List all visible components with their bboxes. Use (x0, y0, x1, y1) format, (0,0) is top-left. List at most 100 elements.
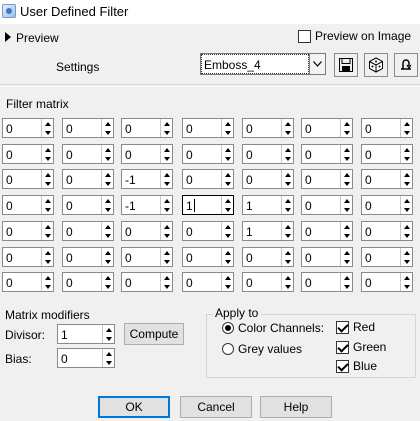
matrix-cell-spinner[interactable] (340, 170, 352, 188)
matrix-cell-value[interactable]: 0 (365, 122, 372, 136)
matrix-cell[interactable]: 1 (242, 221, 294, 241)
preview-label[interactable]: Preview (16, 31, 59, 45)
matrix-cell-value[interactable]: 1 (186, 199, 193, 213)
matrix-cell-value[interactable]: 0 (125, 276, 132, 290)
spin-up-icon[interactable] (341, 145, 352, 154)
grey-values-radio-dot[interactable] (222, 343, 234, 355)
matrix-cell-spinner[interactable] (160, 196, 172, 214)
matrix-cell-value[interactable]: 0 (246, 122, 253, 136)
spin-down-icon[interactable] (102, 128, 113, 137)
spin-down-icon[interactable] (282, 282, 293, 291)
spin-down-icon[interactable] (103, 358, 114, 367)
matrix-cell[interactable]: 0 (2, 195, 54, 215)
spin-up-icon[interactable] (42, 222, 53, 231)
matrix-cell-value[interactable]: 0 (365, 199, 372, 213)
matrix-cell[interactable]: 0 (62, 169, 114, 189)
matrix-cell[interactable]: -1 (121, 169, 173, 189)
spin-up-icon[interactable] (161, 273, 172, 282)
matrix-cell-spinner[interactable] (160, 119, 172, 137)
spin-up-icon[interactable] (222, 119, 233, 128)
matrix-cell[interactable]: 0 (301, 144, 353, 164)
matrix-cell-value[interactable]: 0 (365, 225, 372, 239)
matrix-cell-value[interactable]: 0 (6, 276, 13, 290)
matrix-cell-spinner[interactable] (281, 145, 293, 163)
matrix-cell-value[interactable]: 0 (305, 122, 312, 136)
matrix-cell-value[interactable]: 0 (365, 251, 372, 265)
divisor-spinner[interactable] (102, 325, 114, 343)
matrix-cell-value[interactable]: -1 (125, 199, 136, 213)
color-channels-radio[interactable]: Color Channels: (222, 321, 324, 335)
spin-down-icon[interactable] (401, 179, 412, 188)
matrix-cell-spinner[interactable] (340, 196, 352, 214)
preset-value[interactable]: Emboss_4 (201, 54, 309, 74)
expand-preview-toggle[interactable] (5, 31, 11, 45)
matrix-cell-spinner[interactable] (221, 222, 233, 240)
matrix-cell-spinner[interactable] (221, 119, 233, 137)
matrix-cell-spinner[interactable] (101, 196, 113, 214)
grey-values-radio[interactable]: Grey values (222, 342, 302, 356)
spin-up-icon[interactable] (222, 222, 233, 231)
color-channels-radio-dot[interactable] (222, 322, 234, 334)
matrix-cell-spinner[interactable] (281, 222, 293, 240)
matrix-cell[interactable]: 0 (121, 118, 173, 138)
matrix-cell-value[interactable]: 0 (66, 148, 73, 162)
spin-down-icon[interactable] (282, 154, 293, 163)
matrix-cell-spinner[interactable] (221, 273, 233, 291)
spin-up-icon[interactable] (161, 196, 172, 205)
spin-down-icon[interactable] (401, 282, 412, 291)
matrix-cell-value[interactable]: 0 (305, 225, 312, 239)
matrix-cell-spinner[interactable] (221, 248, 233, 266)
matrix-cell[interactable]: 0 (301, 247, 353, 267)
matrix-cell-value[interactable]: 0 (365, 276, 372, 290)
matrix-cell-spinner[interactable] (340, 248, 352, 266)
spin-down-icon[interactable] (341, 205, 352, 214)
matrix-cell[interactable]: 0 (2, 169, 54, 189)
spin-up-icon[interactable] (401, 145, 412, 154)
matrix-cell-spinner[interactable] (400, 119, 412, 137)
matrix-cell-value[interactable]: 0 (246, 173, 253, 187)
matrix-cell-value[interactable]: 0 (125, 122, 132, 136)
matrix-cell-value[interactable]: 0 (125, 148, 132, 162)
spin-up-icon[interactable] (341, 273, 352, 282)
matrix-cell-spinner[interactable] (340, 119, 352, 137)
matrix-cell-value[interactable]: 0 (66, 276, 73, 290)
spin-down-icon[interactable] (222, 257, 233, 266)
ok-button[interactable]: OK (98, 396, 170, 418)
spin-up-icon[interactable] (282, 222, 293, 231)
random-preset-button[interactable] (364, 53, 388, 77)
matrix-cell[interactable]: 0 (182, 169, 234, 189)
spin-down-icon[interactable] (401, 231, 412, 240)
spin-up-icon[interactable] (282, 119, 293, 128)
spin-down-icon[interactable] (222, 128, 233, 137)
matrix-cell-value[interactable]: -1 (125, 173, 136, 187)
spin-up-icon[interactable] (103, 349, 114, 358)
matrix-cell-spinner[interactable] (41, 196, 53, 214)
spin-down-icon[interactable] (222, 179, 233, 188)
preview-on-image-box[interactable] (298, 29, 311, 43)
matrix-cell-spinner[interactable] (160, 170, 172, 188)
spin-down-icon[interactable] (282, 257, 293, 266)
spin-down-icon[interactable] (161, 179, 172, 188)
spin-down-icon[interactable] (282, 128, 293, 137)
matrix-cell-spinner[interactable] (160, 222, 172, 240)
red-channel-checkbox[interactable]: Red (336, 320, 375, 334)
matrix-cell[interactable]: 0 (62, 247, 114, 267)
blue-channel-checkbox[interactable]: Blue (336, 359, 377, 373)
green-channel-checkbox[interactable]: Green (336, 340, 386, 354)
matrix-cell-spinner[interactable] (221, 170, 233, 188)
bias-spinner[interactable] (102, 349, 114, 367)
matrix-cell[interactable]: 0 (361, 195, 413, 215)
spin-down-icon[interactable] (42, 231, 53, 240)
matrix-cell[interactable]: 0 (62, 272, 114, 292)
matrix-cell[interactable]: 0 (182, 247, 234, 267)
matrix-cell-value[interactable]: 0 (246, 148, 253, 162)
spin-up-icon[interactable] (102, 196, 113, 205)
matrix-cell-spinner[interactable] (281, 196, 293, 214)
matrix-cell-spinner[interactable] (281, 119, 293, 137)
divisor-field[interactable]: 1 (57, 324, 115, 344)
spin-up-icon[interactable] (42, 273, 53, 282)
spin-down-icon[interactable] (102, 179, 113, 188)
spin-down-icon[interactable] (161, 154, 172, 163)
bias-field[interactable]: 0 (57, 348, 115, 368)
spin-down-icon[interactable] (161, 257, 172, 266)
